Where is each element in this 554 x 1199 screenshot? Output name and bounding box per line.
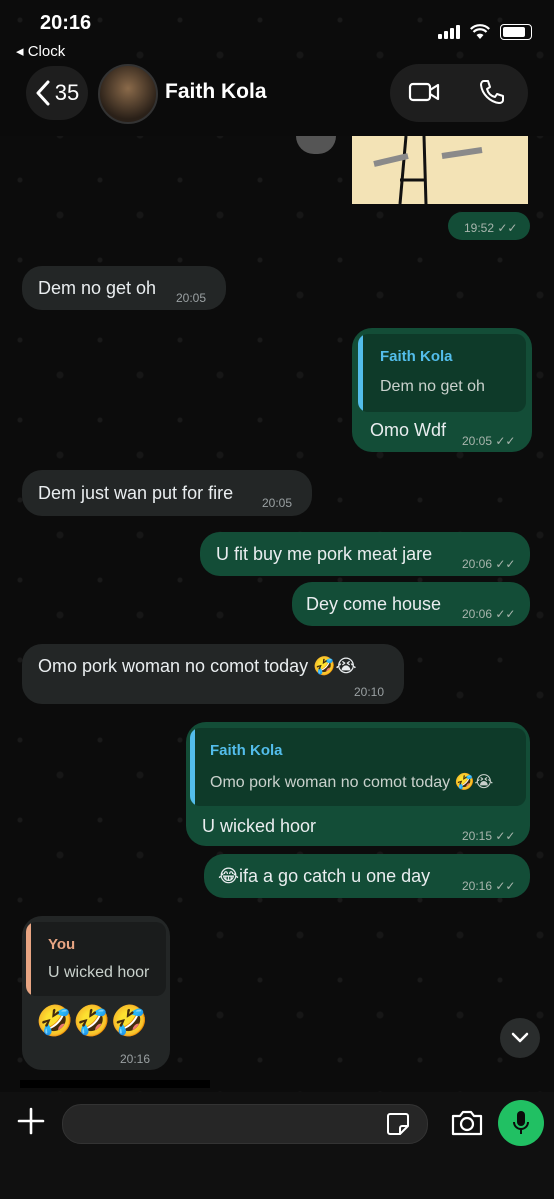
microphone-icon [513, 1111, 529, 1134]
scroll-to-bottom-button[interactable] [500, 1018, 540, 1058]
camera-icon[interactable] [450, 1108, 484, 1138]
message-text: U fit buy me pork meat jare [216, 544, 433, 564]
message-bubble-outgoing[interactable]: U fit buy me pork meat jare 20:06 ✓✓ [200, 532, 530, 576]
message-time: 19:52 [464, 221, 495, 235]
message-bubble-incoming[interactable]: Dem no get oh 20:05 [22, 266, 226, 310]
back-button[interactable]: 35 [26, 66, 88, 120]
message-input-field[interactable] [62, 1104, 428, 1144]
status-time: 20:16 [40, 12, 92, 34]
image-message[interactable] [352, 136, 528, 204]
compose-bar [0, 1092, 554, 1199]
message-text: Dem no get oh [38, 278, 157, 298]
message-bubble-outgoing[interactable]: Dey come house 20:06 ✓✓ [292, 582, 530, 626]
video-call-icon[interactable] [408, 78, 440, 106]
contact-avatar[interactable] [98, 64, 158, 124]
message-text: U wicked hoor [202, 816, 317, 836]
message-text: Dey come house [306, 594, 442, 614]
status-bar: 20:16 ◂ Clock [0, 0, 554, 60]
message-text: Omo Wdf [370, 420, 447, 440]
message-bubble-incoming[interactable]: Dem just wan put for fire 20:05 [22, 470, 312, 516]
sticker-icon[interactable] [385, 1111, 411, 1137]
quoted-message[interactable]: Faith Kola Omo pork woman no comot today… [190, 728, 526, 806]
quoted-sender: You [48, 936, 76, 953]
bottom-fade [20, 1080, 210, 1088]
read-receipt-icon: ✓✓ [495, 829, 516, 843]
message-emoji: 🤣🤣🤣 [36, 1005, 149, 1038]
message-bubble-incoming[interactable]: You U wicked hoor 🤣🤣🤣 20:16 [22, 916, 170, 1070]
voice-message-button[interactable] [498, 1100, 544, 1146]
chevron-down-icon [511, 1032, 529, 1043]
quoted-text: U wicked hoor [48, 964, 150, 981]
quoted-text: Omo pork woman no comot today 🤣😭 [210, 774, 494, 791]
quoted-sender: Faith Kola [210, 742, 283, 759]
read-receipt-icon: ✓✓ [497, 221, 518, 235]
message-text: Omo pork woman no comot today 🤣😭 [38, 656, 357, 676]
message-time: 20:05 [176, 291, 207, 305]
read-receipt-icon: ✓✓ [495, 879, 516, 893]
quoted-text: Dem no get oh [380, 378, 485, 395]
message-time: 20:05 [462, 434, 493, 448]
chevron-left-icon [36, 80, 50, 106]
message-text: Dem just wan put for fire [38, 483, 234, 503]
message-time: 20:06 [462, 607, 493, 621]
message-input[interactable] [77, 1105, 381, 1143]
message-time: 20:10 [354, 685, 385, 699]
wifi-icon [470, 24, 490, 39]
attach-plus-icon[interactable] [16, 1106, 46, 1136]
call-actions [390, 64, 528, 122]
contact-name[interactable]: Faith Kola [165, 80, 267, 104]
system-icons [438, 24, 532, 40]
message-bubble-outgoing[interactable]: Faith Kola Omo pork woman no comot today… [186, 722, 530, 846]
voice-call-icon[interactable] [478, 78, 506, 106]
message-time: 20:15 [462, 829, 493, 843]
message-time: 20:06 [462, 557, 493, 571]
quoted-sender: Faith Kola [380, 348, 453, 365]
quoted-message[interactable]: You U wicked hoor [26, 922, 166, 996]
unread-count: 35 [54, 80, 80, 105]
chat-header: 35 Faith Kola [0, 60, 554, 136]
back-to-app-link[interactable]: ◂ Clock [16, 42, 65, 60]
message-time: 20:05 [262, 496, 293, 510]
message-bubble-outgoing[interactable]: 19:52 ✓✓ [448, 212, 530, 240]
message-time: 20:16 [462, 879, 493, 893]
cellular-signal-icon [438, 25, 460, 39]
message-bubble-outgoing[interactable]: Faith Kola Dem no get oh Omo Wdf 20:05 ✓… [352, 328, 532, 452]
quoted-message[interactable]: Faith Kola Dem no get oh [358, 334, 526, 412]
message-text: 😂ifa a go catch u one day [218, 866, 431, 886]
image-content [352, 136, 528, 204]
read-receipt-icon: ✓✓ [495, 557, 516, 571]
read-receipt-icon: ✓✓ [495, 607, 516, 621]
message-time: 20:16 [120, 1052, 151, 1066]
message-bubble-incoming[interactable]: Omo pork woman no comot today 🤣😭 20:10 [22, 644, 404, 704]
read-receipt-icon: ✓✓ [495, 434, 516, 448]
message-bubble-outgoing[interactable]: 😂ifa a go catch u one day 20:16 ✓✓ [204, 854, 530, 898]
battery-icon [500, 24, 532, 40]
